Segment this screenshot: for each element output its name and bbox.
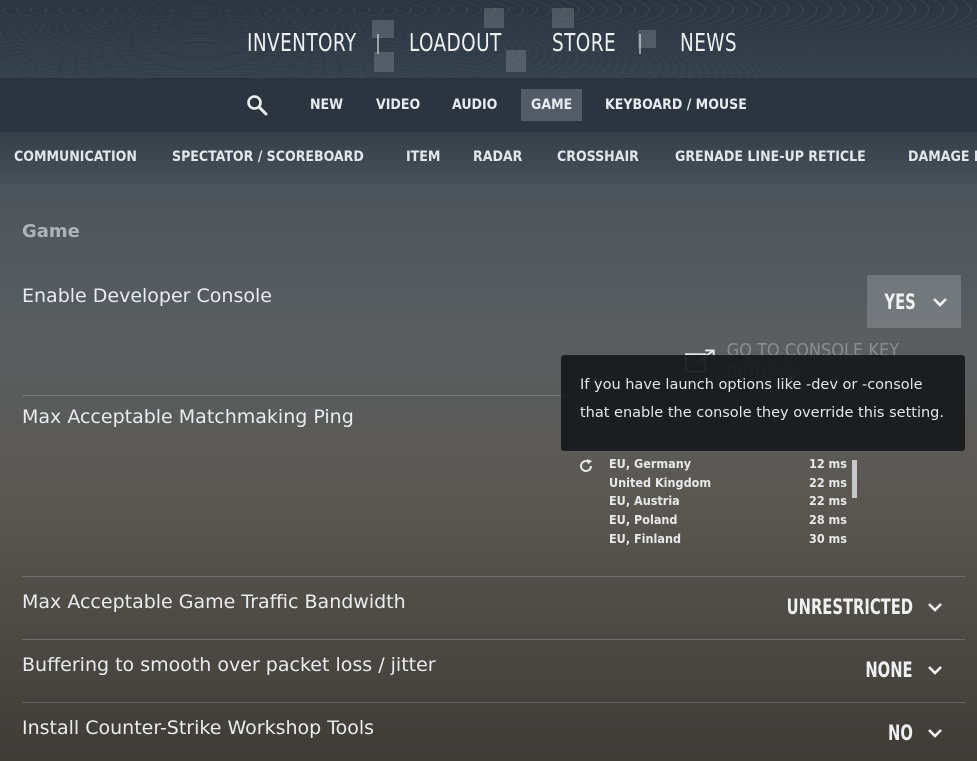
ping-entries: EU, Germany 12 ms United Kingdom 22 ms EU,… — [609, 456, 849, 549]
matchmaking-ping-label: Max Acceptable Matchmaking Ping — [22, 406, 354, 428]
chevron-down-icon — [933, 297, 948, 307]
divider — [22, 576, 965, 577]
tooltip-line: If you have launch options like -dev or … — [580, 377, 923, 393]
chevron-down-icon — [928, 666, 942, 675]
category-grenade-line-up-reticle[interactable]: GRENADE LINE-UP RETICLE — [675, 149, 866, 165]
dev-console-value: YES — [884, 289, 916, 314]
nav-news[interactable]: NEWS — [680, 28, 737, 57]
ping-entry[interactable]: EU, Germany 12 ms — [609, 456, 849, 475]
buffering-value: NONE — [865, 658, 913, 682]
nav-store[interactable]: STORE — [552, 28, 616, 57]
workshop-tools-label: Install Counter-Strike Workshop Tools — [22, 717, 375, 739]
category-communication[interactable]: COMMUNICATION — [14, 149, 137, 165]
category-spectator-scoreboard[interactable]: SPECTATOR / SCOREBOARD — [172, 149, 364, 165]
top-nav: INVENTORY LOADOUT STORE NEWS — [0, 0, 977, 78]
nav-separator — [639, 34, 641, 54]
bandwidth-value: UNRESTRICTED — [786, 595, 913, 619]
nav-inventory[interactable]: INVENTORY — [247, 28, 357, 57]
divider — [22, 702, 965, 703]
ping-region: EU, Poland — [609, 512, 678, 528]
tab-video[interactable]: VIDEO — [376, 93, 420, 117]
category-radar[interactable]: RADAR — [473, 149, 522, 165]
bandwidth-dropdown[interactable]: UNRESTRICTED — [751, 595, 943, 619]
tab-game[interactable]: GAME — [521, 89, 583, 121]
ping-value: 28 ms — [809, 512, 847, 528]
decor-block — [552, 8, 574, 28]
workshop-tools-value: NO — [888, 721, 913, 745]
tab-audio[interactable]: AUDIO — [452, 93, 497, 117]
buffering-label: Buffering to smooth over packet loss / j… — [22, 654, 436, 676]
search-icon[interactable] — [246, 94, 268, 116]
section-title: Game — [22, 221, 80, 242]
dev-console-label: Enable Developer Console — [22, 285, 272, 307]
ping-value: 22 ms — [809, 493, 847, 509]
ping-value: 12 ms — [809, 456, 847, 471]
dev-console-dropdown[interactable]: YES — [867, 275, 961, 328]
decor-block — [484, 8, 504, 28]
chevron-down-icon — [928, 603, 942, 612]
ping-region: United Kingdom — [609, 474, 712, 490]
category-nav: COMMUNICATION SPECTATOR / SCOREBOARD ITE… — [0, 132, 977, 184]
refresh-icon[interactable] — [578, 458, 594, 474]
workshop-tools-dropdown[interactable]: NO — [881, 721, 943, 745]
category-item[interactable]: ITEM — [406, 149, 440, 165]
ping-list-scrollbar[interactable] — [852, 460, 857, 498]
ping-value: 30 ms — [809, 530, 847, 546]
ping-value: 22 ms — [809, 474, 847, 490]
tooltip-line: that enable the console they override th… — [580, 405, 944, 421]
buffering-dropdown[interactable]: NONE — [852, 658, 943, 682]
ping-entry[interactable]: United Kingdom 22 ms — [609, 475, 849, 494]
category-damage-prediction[interactable]: DAMAGE PREDICTION — [908, 149, 977, 165]
tab-new[interactable]: NEW — [310, 93, 343, 117]
chevron-down-icon — [928, 729, 942, 738]
tab-keyboard-mouse[interactable]: KEYBOARD / MOUSE — [605, 93, 747, 117]
ping-region: EU, Germany — [609, 456, 692, 471]
ping-entry[interactable]: EU, Finland 30 ms — [609, 531, 849, 550]
tooltip: If you have launch options like -dev or … — [561, 355, 965, 451]
ping-region: EU, Austria — [609, 493, 680, 509]
nav-loadout[interactable]: LOADOUT — [409, 28, 502, 57]
divider — [22, 639, 965, 640]
ping-entry[interactable]: EU, Austria 22 ms — [609, 493, 849, 512]
bandwidth-label: Max Acceptable Game Traffic Bandwidth — [22, 591, 406, 613]
settings-tabs: NEW VIDEO AUDIO GAME KEYBOARD / MOUSE — [0, 78, 977, 132]
category-crosshair[interactable]: CROSSHAIR — [557, 149, 639, 165]
nav-separator — [377, 34, 379, 54]
ping-region: EU, Finland — [609, 530, 682, 546]
ping-entry[interactable]: EU, Poland 28 ms — [609, 512, 849, 531]
